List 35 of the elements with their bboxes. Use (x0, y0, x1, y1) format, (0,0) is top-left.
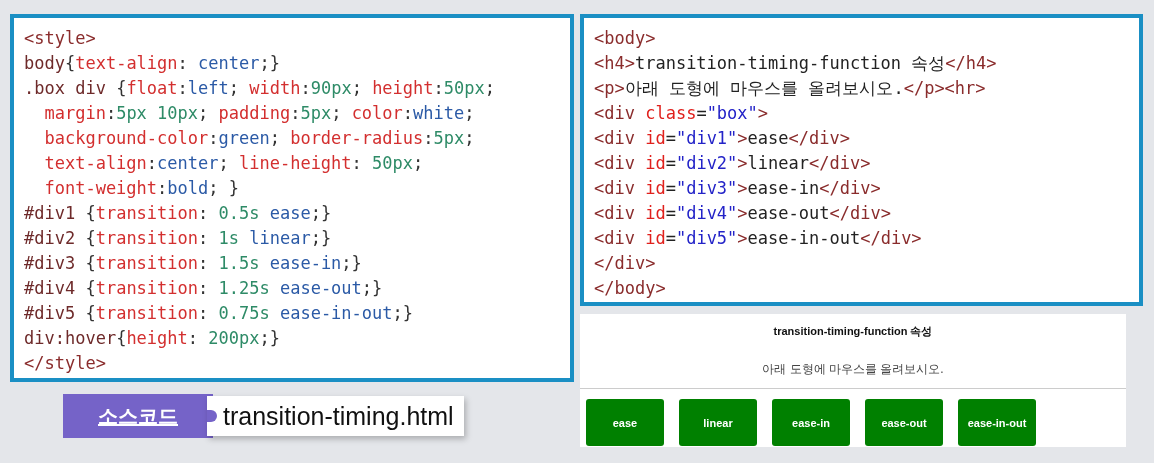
transition-box: ease-out (865, 399, 943, 446)
transition-box: ease-in-out (958, 399, 1036, 446)
code-line: <body> (594, 27, 657, 50)
code-line: <p>아래 도형에 마우스를 올려보시오.</p><hr> (594, 77, 987, 100)
preview-heading: transition-timing-function 속성 (772, 324, 934, 339)
code-line: <style> (24, 27, 97, 50)
code-line: <h4>transition-timing-function 속성</h4> (594, 52, 998, 75)
filename-text: transition-timing.html (223, 401, 454, 431)
code-line: #div1 {transition: 0.5s ease;} (24, 202, 333, 225)
code-line: #div2 {transition: 1s linear;} (24, 227, 333, 250)
source-code-label: 소스코드 (63, 394, 213, 438)
code-line: #div5 {transition: 0.75s ease-in-out;} (24, 302, 414, 325)
transition-box: linear (679, 399, 757, 446)
code-line: </style> (24, 352, 107, 375)
code-line: <div id="div1">ease</div> (594, 127, 851, 150)
code-line: font-weight:bold; } (43, 177, 240, 200)
transition-box: ease (586, 399, 664, 446)
code-line: body{text-align: center;} (24, 52, 281, 75)
preview-paragraph: 아래 도형에 마우스를 올려보시오. (761, 361, 945, 378)
code-line: div:hover{height: 200px;} (24, 327, 281, 350)
code-line: margin:5px 10px; padding:5px; color:white; (43, 102, 476, 125)
code-line: <div class="box"> (594, 102, 770, 125)
code-line: text-align:center; line-height: 50px; (43, 152, 425, 175)
code-line: <div id="div3">ease-in</div> (594, 177, 882, 200)
code-line: <div id="div2">linear</div> (594, 152, 872, 175)
code-line: #div4 {transition: 1.25s ease-out;} (24, 277, 384, 300)
code-line: .box div {float:left; width:90px; height:50px; (24, 77, 496, 100)
code-line: #div3 {transition: 1.5s ease-in;} (24, 252, 363, 275)
transition-box: ease-in (772, 399, 850, 446)
code-line: background-color:green; border-radius:5px; (43, 127, 476, 150)
code-line: <div id="div4">ease-out</div> (594, 202, 892, 225)
tab-notch (207, 410, 217, 422)
code-line: </body> (594, 277, 667, 300)
code-line: <div id="div5">ease-in-out</div> (594, 227, 923, 250)
code-line: </div> (594, 252, 657, 275)
